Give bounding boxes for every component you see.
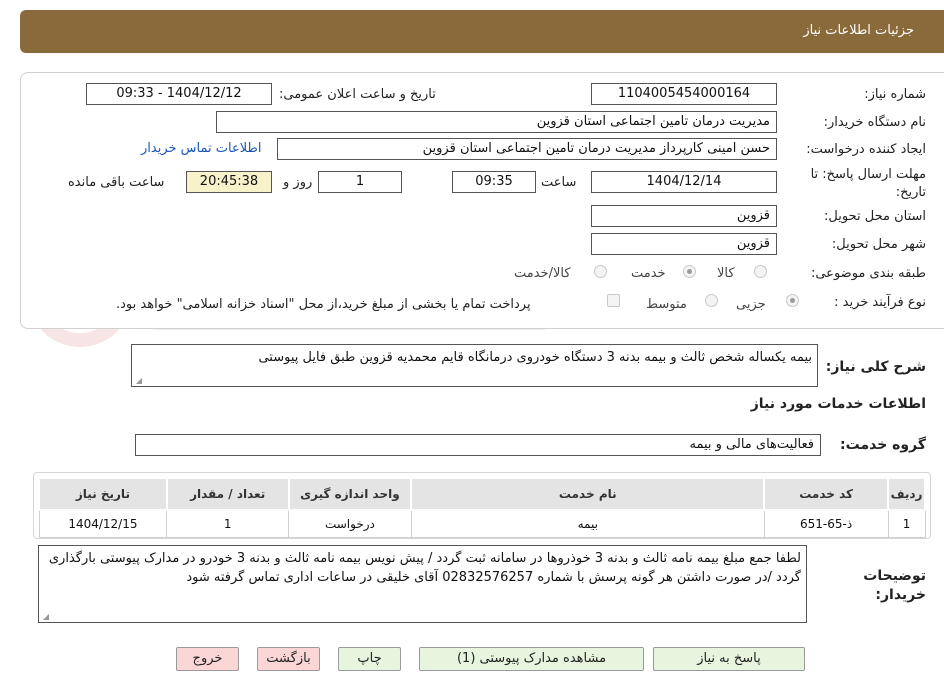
table-row: 1 ذ-65-651 بیمه درخواست 1 1404/12/15: [38, 509, 926, 538]
category-both-label: کالا/خدمت: [514, 266, 571, 281]
col-row-number: ردیف: [887, 477, 926, 511]
process-minor-radio[interactable]: [786, 294, 799, 307]
category-service-label: خدمت: [631, 266, 666, 281]
exit-button[interactable]: خروج: [176, 647, 239, 671]
resize-handle-icon[interactable]: ◢: [41, 613, 49, 621]
service-group-field: فعالیت‌های مالی و بیمه: [135, 434, 821, 456]
province-label: استان محل تحویل:: [824, 209, 926, 224]
category-service-radio[interactable]: [683, 265, 696, 278]
process-medium-radio[interactable]: [705, 294, 718, 307]
city-label: شهر محل تحویل:: [831, 237, 926, 252]
remaining-time-field: 20:45:38: [186, 171, 272, 193]
announce-date-field: 1404/12/12 - 09:33: [86, 83, 272, 105]
need-number-field: 1104005454000164: [591, 83, 777, 105]
cell-service-name: بیمه: [410, 509, 765, 538]
buyer-notes-text: لطفا جمع مبلغ بیمه نامه ثالث و بدنه 3 خو…: [48, 551, 801, 585]
process-minor-label: جزیی: [736, 297, 766, 312]
col-need-date: تاریخ نیاز: [38, 477, 168, 511]
category-label: طبقه بندی موضوعی:: [810, 266, 926, 281]
remaining-label: ساعت باقی مانده: [68, 175, 165, 190]
buyer-field: مدیریت درمان تامین اجتماعی استان قزوین: [216, 111, 777, 133]
buyer-contact-link[interactable]: اطلاعات تماس خریدار: [141, 141, 261, 156]
summary-label: شرح کلی نیاز:: [825, 359, 926, 375]
cell-row-number: 1: [887, 509, 926, 538]
back-button[interactable]: بازگشت: [257, 647, 320, 671]
col-service-name: نام خدمت: [410, 477, 766, 511]
view-attachments-button[interactable]: مشاهده مدارک پیوستی (1): [419, 647, 644, 671]
cell-need-date: 1404/12/15: [38, 509, 168, 538]
deadline-label: مهلت ارسال پاسخ: تا تاریخ:: [810, 167, 926, 200]
buyer-notes-field: لطفا جمع مبلغ بیمه نامه ثالث و بدنه 3 خو…: [38, 545, 807, 623]
creator-label: ایجاد کننده درخواست:: [806, 142, 926, 157]
days-label: روز و: [283, 175, 313, 190]
deadline-time-label: ساعت: [541, 175, 577, 190]
resize-handle-icon[interactable]: ◢: [134, 377, 142, 385]
days-field: 1: [318, 171, 402, 193]
city-field: قزوین: [591, 233, 777, 255]
need-number-label: شماره نیاز:: [864, 87, 926, 102]
category-goods-label: کالا: [717, 266, 735, 281]
col-service-code: کد خدمت: [763, 477, 890, 511]
print-button[interactable]: چاپ: [338, 647, 401, 671]
services-section-title: اطلاعات خدمات مورد نیاز: [750, 396, 926, 412]
cell-unit: درخواست: [288, 509, 412, 538]
province-field: قزوین: [591, 205, 777, 227]
page-title: جزئیات اطلاعات نیاز: [803, 23, 914, 38]
services-table: ردیف کد خدمت نام خدمت واحد اندازه گیری ت…: [38, 477, 926, 538]
deadline-date-field: 1404/12/14: [591, 171, 777, 193]
service-group-label: گروه خدمت:: [840, 437, 926, 453]
page-header: جزئیات اطلاعات نیاز: [20, 10, 944, 53]
category-goods-radio[interactable]: [754, 265, 767, 278]
deadline-time-field: 09:35: [452, 171, 536, 193]
treasury-checkbox[interactable]: [607, 294, 620, 307]
announce-label: تاریخ و ساعت اعلان عمومی:: [279, 87, 436, 102]
summary-field: بیمه یکساله شخص ثالث و بیمه بدنه 3 دستگا…: [131, 344, 818, 387]
process-medium-label: متوسط: [646, 297, 687, 312]
cell-service-code: ذ-65-651: [763, 509, 889, 538]
buyer-label: نام دستگاه خریدار:: [823, 115, 926, 130]
cell-quantity: 1: [166, 509, 290, 538]
reply-button[interactable]: پاسخ به نیاز: [653, 647, 805, 671]
buyer-notes-label: توضیحات خریدار:: [863, 568, 926, 603]
treasury-note: پرداخت تمام یا بخشی از مبلغ خرید،از محل …: [116, 297, 531, 312]
creator-field: حسن امینی کارپرداز مدیریت درمان تامین اج…: [277, 138, 777, 160]
summary-text: بیمه یکساله شخص ثالث و بیمه بدنه 3 دستگا…: [258, 350, 812, 365]
col-quantity: تعداد / مقدار: [165, 477, 290, 511]
col-unit: واحد اندازه گیری: [287, 477, 413, 511]
table-header-row: ردیف کد خدمت نام خدمت واحد اندازه گیری ت…: [38, 477, 926, 511]
category-both-radio[interactable]: [594, 265, 607, 278]
process-label: نوع فرآیند خرید :: [834, 295, 926, 310]
